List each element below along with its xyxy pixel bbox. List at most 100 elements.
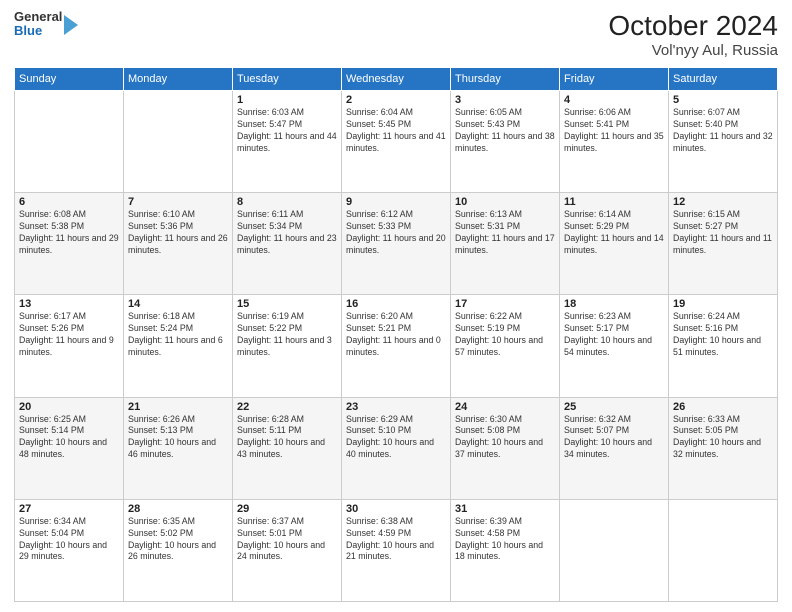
- cell-day-info: Sunrise: 6:06 AM Sunset: 5:41 PM Dayligh…: [564, 107, 664, 155]
- cell-day-info: Sunrise: 6:11 AM Sunset: 5:34 PM Dayligh…: [237, 209, 337, 257]
- cell-day-info: Sunrise: 6:30 AM Sunset: 5:08 PM Dayligh…: [455, 414, 555, 462]
- col-monday: Monday: [124, 68, 233, 91]
- cell-day-number: 14: [128, 298, 228, 310]
- cell-day-number: 23: [346, 401, 446, 413]
- cell-day-number: 11: [564, 196, 664, 208]
- cell-day-info: Sunrise: 6:23 AM Sunset: 5:17 PM Dayligh…: [564, 311, 664, 359]
- table-row: 12Sunrise: 6:15 AM Sunset: 5:27 PM Dayli…: [669, 193, 778, 295]
- cell-day-info: Sunrise: 6:18 AM Sunset: 5:24 PM Dayligh…: [128, 311, 228, 359]
- table-row: [15, 91, 124, 193]
- cell-day-number: 31: [455, 503, 555, 515]
- table-row: 4Sunrise: 6:06 AM Sunset: 5:41 PM Daylig…: [560, 91, 669, 193]
- col-friday: Friday: [560, 68, 669, 91]
- cell-day-number: 16: [346, 298, 446, 310]
- cell-day-number: 21: [128, 401, 228, 413]
- cell-day-number: 7: [128, 196, 228, 208]
- cell-day-info: Sunrise: 6:28 AM Sunset: 5:11 PM Dayligh…: [237, 414, 337, 462]
- col-saturday: Saturday: [669, 68, 778, 91]
- cell-day-number: 2: [346, 94, 446, 106]
- cell-day-info: Sunrise: 6:20 AM Sunset: 5:21 PM Dayligh…: [346, 311, 446, 359]
- calendar-week-1: 1Sunrise: 6:03 AM Sunset: 5:47 PM Daylig…: [15, 91, 778, 193]
- cell-day-info: Sunrise: 6:22 AM Sunset: 5:19 PM Dayligh…: [455, 311, 555, 359]
- logo-text: General Blue: [14, 10, 62, 39]
- table-row: 26Sunrise: 6:33 AM Sunset: 5:05 PM Dayli…: [669, 397, 778, 499]
- logo-general: General: [14, 10, 62, 24]
- cell-day-number: 6: [19, 196, 119, 208]
- table-row: 30Sunrise: 6:38 AM Sunset: 4:59 PM Dayli…: [342, 499, 451, 601]
- table-row: [560, 499, 669, 601]
- cell-day-info: Sunrise: 6:15 AM Sunset: 5:27 PM Dayligh…: [673, 209, 773, 257]
- cell-day-info: Sunrise: 6:37 AM Sunset: 5:01 PM Dayligh…: [237, 516, 337, 564]
- table-row: 11Sunrise: 6:14 AM Sunset: 5:29 PM Dayli…: [560, 193, 669, 295]
- title-block: October 2024 Vol'nyy Aul, Russia: [608, 10, 778, 59]
- cell-day-info: Sunrise: 6:08 AM Sunset: 5:38 PM Dayligh…: [19, 209, 119, 257]
- logo-arrow-icon: [64, 15, 78, 35]
- table-row: 7Sunrise: 6:10 AM Sunset: 5:36 PM Daylig…: [124, 193, 233, 295]
- table-row: 25Sunrise: 6:32 AM Sunset: 5:07 PM Dayli…: [560, 397, 669, 499]
- cell-day-info: Sunrise: 6:38 AM Sunset: 4:59 PM Dayligh…: [346, 516, 446, 564]
- table-row: 22Sunrise: 6:28 AM Sunset: 5:11 PM Dayli…: [233, 397, 342, 499]
- cell-day-info: Sunrise: 6:12 AM Sunset: 5:33 PM Dayligh…: [346, 209, 446, 257]
- table-row: 19Sunrise: 6:24 AM Sunset: 5:16 PM Dayli…: [669, 295, 778, 397]
- table-row: 10Sunrise: 6:13 AM Sunset: 5:31 PM Dayli…: [451, 193, 560, 295]
- table-row: 8Sunrise: 6:11 AM Sunset: 5:34 PM Daylig…: [233, 193, 342, 295]
- cell-day-info: Sunrise: 6:39 AM Sunset: 4:58 PM Dayligh…: [455, 516, 555, 564]
- table-row: 31Sunrise: 6:39 AM Sunset: 4:58 PM Dayli…: [451, 499, 560, 601]
- col-tuesday: Tuesday: [233, 68, 342, 91]
- table-row: 3Sunrise: 6:05 AM Sunset: 5:43 PM Daylig…: [451, 91, 560, 193]
- cell-day-number: 24: [455, 401, 555, 413]
- cell-day-info: Sunrise: 6:03 AM Sunset: 5:47 PM Dayligh…: [237, 107, 337, 155]
- table-row: 29Sunrise: 6:37 AM Sunset: 5:01 PM Dayli…: [233, 499, 342, 601]
- table-row: 28Sunrise: 6:35 AM Sunset: 5:02 PM Dayli…: [124, 499, 233, 601]
- cell-day-info: Sunrise: 6:17 AM Sunset: 5:26 PM Dayligh…: [19, 311, 119, 359]
- page-container: General Blue October 2024 Vol'nyy Aul, R…: [0, 0, 792, 612]
- table-row: [124, 91, 233, 193]
- cell-day-number: 18: [564, 298, 664, 310]
- logo-blue: Blue: [14, 24, 62, 38]
- cell-day-info: Sunrise: 6:34 AM Sunset: 5:04 PM Dayligh…: [19, 516, 119, 564]
- cell-day-number: 12: [673, 196, 773, 208]
- calendar-week-2: 6Sunrise: 6:08 AM Sunset: 5:38 PM Daylig…: [15, 193, 778, 295]
- cell-day-info: Sunrise: 6:25 AM Sunset: 5:14 PM Dayligh…: [19, 414, 119, 462]
- cell-day-info: Sunrise: 6:32 AM Sunset: 5:07 PM Dayligh…: [564, 414, 664, 462]
- cell-day-number: 25: [564, 401, 664, 413]
- cell-day-info: Sunrise: 6:07 AM Sunset: 5:40 PM Dayligh…: [673, 107, 773, 155]
- cell-day-number: 28: [128, 503, 228, 515]
- table-row: [669, 499, 778, 601]
- cell-day-number: 22: [237, 401, 337, 413]
- cell-day-number: 29: [237, 503, 337, 515]
- cell-day-info: Sunrise: 6:05 AM Sunset: 5:43 PM Dayligh…: [455, 107, 555, 155]
- cell-day-number: 30: [346, 503, 446, 515]
- table-row: 14Sunrise: 6:18 AM Sunset: 5:24 PM Dayli…: [124, 295, 233, 397]
- cell-day-info: Sunrise: 6:04 AM Sunset: 5:45 PM Dayligh…: [346, 107, 446, 155]
- col-wednesday: Wednesday: [342, 68, 451, 91]
- cell-day-number: 5: [673, 94, 773, 106]
- table-row: 18Sunrise: 6:23 AM Sunset: 5:17 PM Dayli…: [560, 295, 669, 397]
- table-row: 1Sunrise: 6:03 AM Sunset: 5:47 PM Daylig…: [233, 91, 342, 193]
- page-header: General Blue October 2024 Vol'nyy Aul, R…: [14, 10, 778, 59]
- table-row: 5Sunrise: 6:07 AM Sunset: 5:40 PM Daylig…: [669, 91, 778, 193]
- table-row: 16Sunrise: 6:20 AM Sunset: 5:21 PM Dayli…: [342, 295, 451, 397]
- calendar-header-row: Sunday Monday Tuesday Wednesday Thursday…: [15, 68, 778, 91]
- calendar-table: Sunday Monday Tuesday Wednesday Thursday…: [14, 67, 778, 602]
- cell-day-number: 13: [19, 298, 119, 310]
- cell-day-number: 9: [346, 196, 446, 208]
- cell-day-number: 20: [19, 401, 119, 413]
- table-row: 20Sunrise: 6:25 AM Sunset: 5:14 PM Dayli…: [15, 397, 124, 499]
- table-row: 6Sunrise: 6:08 AM Sunset: 5:38 PM Daylig…: [15, 193, 124, 295]
- calendar-week-4: 20Sunrise: 6:25 AM Sunset: 5:14 PM Dayli…: [15, 397, 778, 499]
- calendar-week-5: 27Sunrise: 6:34 AM Sunset: 5:04 PM Dayli…: [15, 499, 778, 601]
- cell-day-info: Sunrise: 6:29 AM Sunset: 5:10 PM Dayligh…: [346, 414, 446, 462]
- cell-day-number: 19: [673, 298, 773, 310]
- cell-day-info: Sunrise: 6:26 AM Sunset: 5:13 PM Dayligh…: [128, 414, 228, 462]
- calendar-title: October 2024: [608, 10, 778, 42]
- table-row: 24Sunrise: 6:30 AM Sunset: 5:08 PM Dayli…: [451, 397, 560, 499]
- cell-day-info: Sunrise: 6:10 AM Sunset: 5:36 PM Dayligh…: [128, 209, 228, 257]
- cell-day-info: Sunrise: 6:33 AM Sunset: 5:05 PM Dayligh…: [673, 414, 773, 462]
- cell-day-info: Sunrise: 6:35 AM Sunset: 5:02 PM Dayligh…: [128, 516, 228, 564]
- cell-day-number: 17: [455, 298, 555, 310]
- table-row: 23Sunrise: 6:29 AM Sunset: 5:10 PM Dayli…: [342, 397, 451, 499]
- cell-day-number: 27: [19, 503, 119, 515]
- cell-day-number: 4: [564, 94, 664, 106]
- cell-day-info: Sunrise: 6:24 AM Sunset: 5:16 PM Dayligh…: [673, 311, 773, 359]
